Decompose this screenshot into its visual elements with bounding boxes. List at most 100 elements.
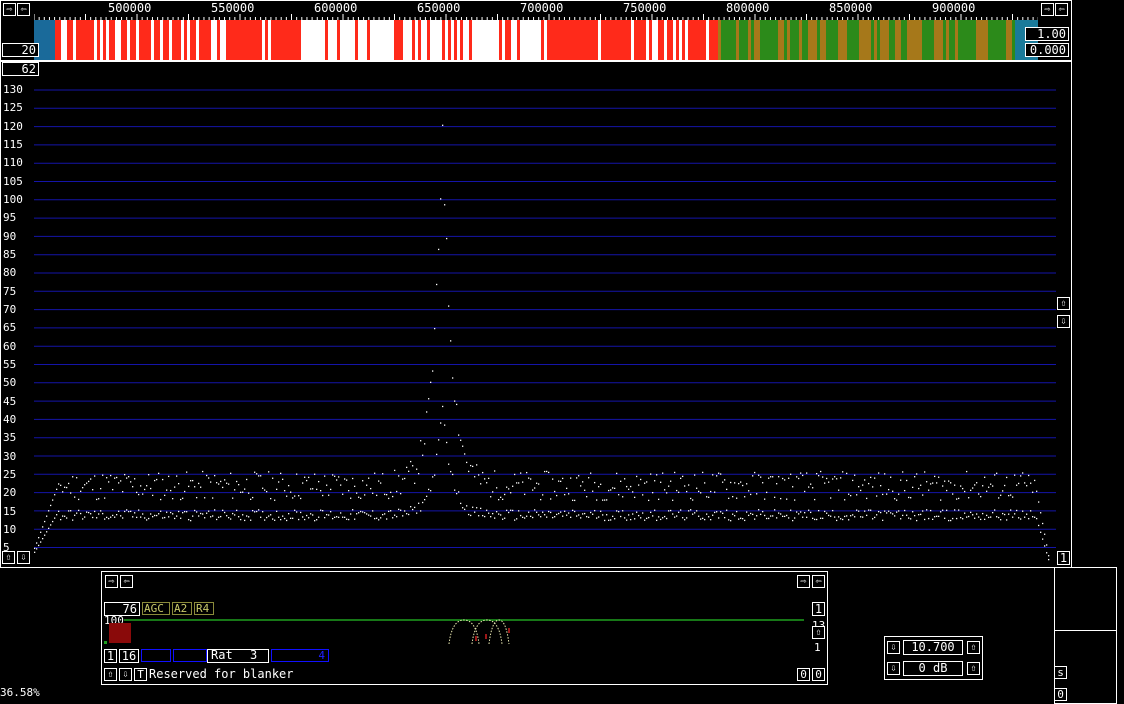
waterfall-scroll-right-button-right[interactable]: ⇦ [1055,3,1068,16]
spectrum-trace-point [588,477,590,479]
spectrum-trace-point [590,472,592,474]
spectrum-plot[interactable] [30,86,1060,566]
spectrum-average-point [612,515,614,518]
spectrum-average-field[interactable]: 1 [1057,551,1070,565]
waterfall-column [559,20,562,60]
y-label: 30 [3,450,17,463]
waterfall-column [718,20,721,60]
waterfall-column [238,20,241,60]
spectrum-average-point [588,516,590,518]
spectrum-trace-point [892,490,894,492]
spectrum-trace-point [262,487,264,489]
r4-toggle[interactable]: R4 [194,602,214,615]
waterfall-column [187,20,190,60]
spectrum-trace-point [500,496,502,498]
spectrum-average-point [374,517,376,520]
side-zero-button[interactable]: 0 [1054,688,1067,701]
spectrum-trace-point [110,474,112,477]
waterfall-column [52,20,55,60]
baseband-right-field[interactable]: 1 [812,602,825,616]
spectrum-trace-point [400,493,402,495]
baseband-plot[interactable] [104,616,804,646]
freq-down-button[interactable]: ⇩ [887,641,900,654]
spectrum-trace-point [422,454,424,456]
waterfall-column [265,20,268,60]
agc-toggle[interactable]: AGC [142,602,170,615]
baseband-down-button[interactable]: ⇩ [119,668,132,681]
spectrum-zoom-up-button[interactable]: ⇧ [2,551,15,564]
baseband-left-button-a[interactable]: ⇨ [105,575,118,588]
spectrum-average-point [446,441,448,444]
spectrum-average-point [592,513,594,515]
spectrum-average-point [836,519,838,522]
spectrum-average-point [620,515,622,518]
spectrum-average-point [1002,512,1004,515]
waterfall-level-field[interactable]: 20 [2,43,39,57]
spectrum-trace-point [300,497,302,500]
gain-field[interactable]: 0 dB [903,661,963,676]
spectrum-average-point [62,515,64,517]
spectrum-average-point [1016,509,1018,512]
spectrum-level-field[interactable]: 62 [2,62,39,76]
waterfall-column [295,20,298,60]
blue-slot-2[interactable] [173,649,207,662]
baseband-right-button-b[interactable]: ⇦ [812,575,825,588]
spectrum-average-point [396,516,398,518]
spectrum-scale-down-button[interactable]: ⇩ [1057,315,1070,328]
spectrum-trace-point [704,482,706,484]
spectrum-average-point [572,509,574,512]
waterfall-column [307,20,310,60]
spectrum-average-point [410,506,412,508]
spectrum-trace-point [836,478,838,480]
row2-field-b[interactable]: 16 [119,649,139,663]
waterfall-gain-field[interactable]: 1.00 [1025,27,1069,41]
zero-button-a[interactable]: 0 [797,668,810,681]
baseband-right-up-button[interactable]: ⇧ [812,626,825,639]
spectrum-scale-up-button[interactable]: ⇧ [1057,297,1070,310]
spectrum-average-point [322,510,324,512]
spectrum-trace-point [852,479,854,482]
spectrum-average-point [742,517,744,520]
freq-up-button[interactable]: ⇧ [967,641,980,654]
spectrum-trace-point [420,440,422,442]
blue-slot-1[interactable] [141,649,171,662]
s-button[interactable]: s [1054,666,1067,679]
spectrum-average-point [600,510,602,512]
baseband-up-button[interactable]: ⇧ [104,668,117,681]
t-button[interactable]: T [134,668,147,681]
blue-slot-3[interactable]: 4 [271,649,329,662]
frequency-field[interactable]: 10.700 [903,640,963,655]
waterfall-column [643,20,646,60]
spectrum-average-point [1046,552,1048,554]
waterfall-column [970,20,973,60]
spectrum-average-point [982,512,984,515]
spectrum-average-point [700,518,702,520]
spectrum-average-point [594,509,596,512]
waterfall-scroll-right-button[interactable]: ⇦ [17,3,30,16]
waterfall-column [937,20,940,60]
spectrum-average-point [854,516,856,518]
spectrum-zoom-down-button[interactable]: ⇩ [17,551,30,564]
row2-field-a[interactable]: 1 [104,649,117,663]
zero-button-b[interactable]: 0 [812,668,825,681]
spectrum-average-point [906,514,908,516]
spectrum-trace-point [830,497,832,499]
spectrum-average-point [402,515,404,517]
waterfall-column [88,20,91,60]
gain-down-button[interactable]: ⇩ [887,662,900,675]
spectrum-average-point [400,509,402,511]
waterfall-display[interactable] [34,20,1038,60]
waterfall-scroll-left-button[interactable]: ⇨ [3,3,16,16]
waterfall-column [742,20,745,60]
spectrum-average-point [964,512,966,514]
spectrum-trace-point [242,491,244,493]
waterfall-scroll-left-button-right[interactable]: ⇨ [1041,3,1054,16]
spectrum-average-point [224,511,226,514]
spectrum-average-point [998,516,1000,519]
spectrum-average-point [1018,517,1020,519]
baseband-left-button-b[interactable]: ⇦ [120,575,133,588]
waterfall-offset-field[interactable]: 0.000 [1025,43,1069,57]
a2-toggle[interactable]: A2 [172,602,192,615]
gain-up-button[interactable]: ⇧ [967,662,980,675]
baseband-right-button-a[interactable]: ⇨ [797,575,810,588]
